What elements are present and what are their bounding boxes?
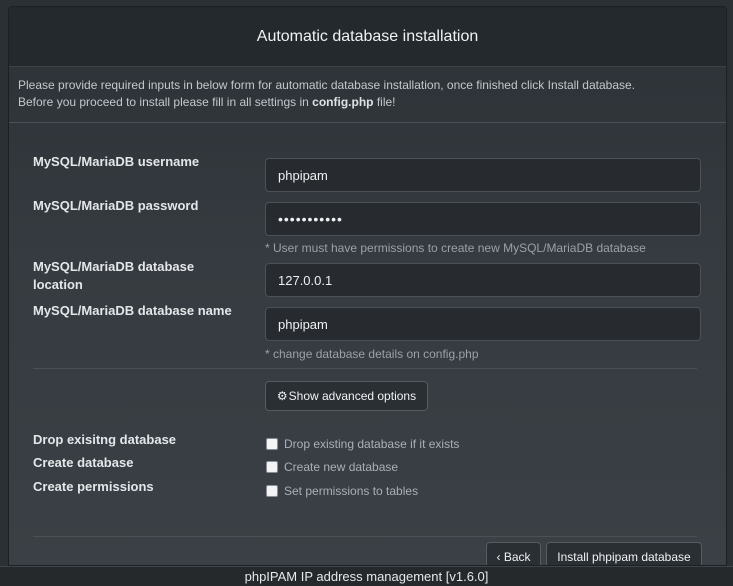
intro-line-2-text: Before you proceed to install please fil… <box>18 95 313 109</box>
intro-text: Please provide required inputs in below … <box>18 77 718 111</box>
config-file-name: config.php <box>312 95 374 109</box>
location-label: MySQL/MariaDB database location <box>33 258 233 294</box>
drop-db-option: Drop existing database if it exists <box>265 437 459 451</box>
dbname-help: * change database details on config.php <box>265 347 479 361</box>
intro-line-2: Before you proceed to install please fil… <box>18 94 718 111</box>
create-perm-option: Set permissions to tables <box>265 484 418 498</box>
create-db-option: Create new database <box>265 460 398 474</box>
footer: phpIPAM IP address management [v1.6.0] <box>0 566 733 586</box>
location-label-line2: location <box>33 277 83 292</box>
create-perm-checkbox-label: Set permissions to tables <box>284 484 419 498</box>
create-db-label: Create database <box>33 455 134 470</box>
panel-title: Automatic database installation <box>256 27 479 45</box>
footer-text: phpIPAM IP address management [v1.6.0] <box>244 569 489 584</box>
username-label: MySQL/MariaDB username <box>33 154 200 169</box>
install-panel: Automatic database installation Please p… <box>8 6 727 566</box>
create-db-checkbox-label: Create new database <box>284 460 399 474</box>
username-input[interactable]: phpipam <box>265 158 701 192</box>
location-label-line1: MySQL/MariaDB database <box>33 259 195 274</box>
show-advanced-button[interactable]: ⚙ Show advanced options <box>265 381 428 411</box>
install-database-button[interactable]: Install phpipam database <box>546 542 702 565</box>
divider <box>9 122 726 123</box>
create-perm-checkbox[interactable] <box>266 485 278 497</box>
password-help: * User must have permissions to create n… <box>265 241 646 255</box>
create-db-checkbox[interactable] <box>266 461 278 473</box>
intro-line-1: Please provide required inputs in below … <box>18 78 636 92</box>
location-input[interactable]: 127.0.0.1 <box>265 263 701 297</box>
gear-icon: ⚙ <box>276 389 288 403</box>
drop-db-checkbox-label: Drop existing database if it exists <box>284 437 460 451</box>
panel-heading: Automatic database installation <box>9 7 726 67</box>
intro-line-2-end: file! <box>373 95 396 109</box>
dbname-label: MySQL/MariaDB database name <box>33 303 232 318</box>
divider <box>33 536 697 537</box>
password-label: MySQL/MariaDB password <box>33 198 199 213</box>
dbname-input[interactable]: phpipam <box>265 307 701 341</box>
password-input[interactable]: ••••••••••• <box>265 202 701 236</box>
back-button[interactable]: ‹ Back <box>486 542 541 565</box>
show-advanced-label: Show advanced options <box>288 389 417 403</box>
divider <box>33 368 697 369</box>
drop-db-label: Drop exisitng database <box>33 432 177 447</box>
create-perm-label: Create permissions <box>33 479 154 494</box>
drop-db-checkbox[interactable] <box>266 438 278 450</box>
